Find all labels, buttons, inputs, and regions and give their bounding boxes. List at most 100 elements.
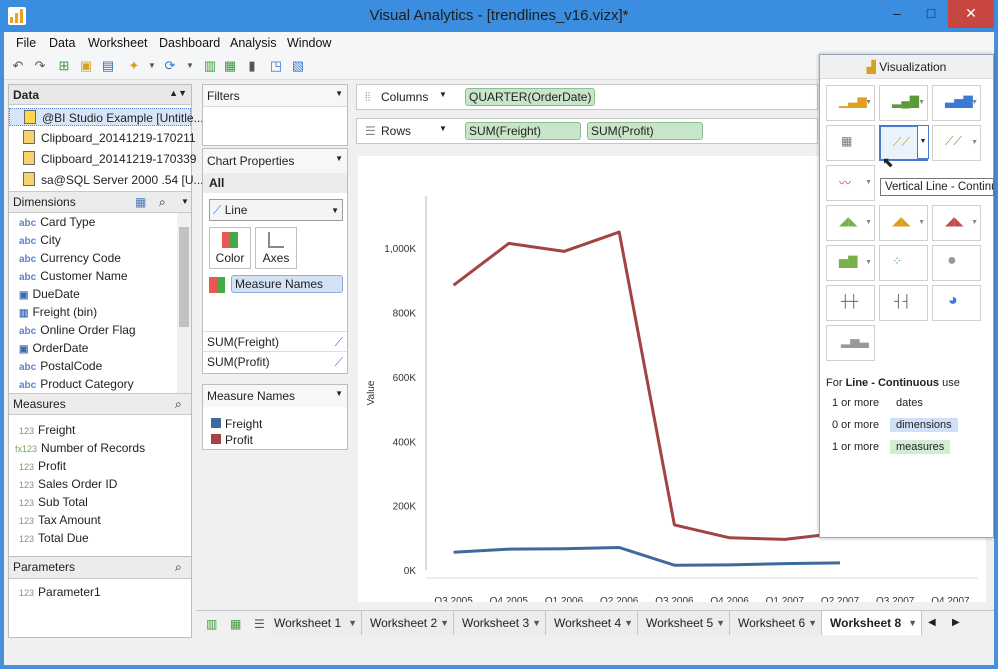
- list-item[interactable]: abc Currency Code: [19, 249, 121, 267]
- list-item[interactable]: 123 Sales Order ID: [19, 475, 117, 493]
- search-icon[interactable]: ⌕: [159, 192, 166, 212]
- list-item[interactable]: 123 Sub Total: [19, 493, 88, 511]
- vis-bar-side-by-side[interactable]: ▃▅▇ ▼: [932, 85, 981, 121]
- tab-worksheet-4[interactable]: Worksheet 4 ▼: [546, 611, 638, 635]
- field-sum-freight[interactable]: SUM(Freight) ⟋: [203, 331, 347, 351]
- list-item[interactable]: 123 Tax Amount: [19, 511, 101, 529]
- minimize-button[interactable]: –: [880, 0, 914, 28]
- list-item[interactable]: ▥ Freight (bin): [19, 303, 97, 321]
- menu-data[interactable]: Data: [49, 36, 75, 50]
- tab-worksheet-6[interactable]: Worksheet 6 ▼: [730, 611, 822, 635]
- tab-menu-icon[interactable]: ▼: [908, 611, 917, 635]
- vis-bar-vertical[interactable]: ▁▃▆ ▼: [826, 85, 875, 121]
- grid-view-icon[interactable]: ▦: [135, 192, 146, 212]
- menu-dashboard[interactable]: Dashboard: [159, 36, 220, 50]
- list-item[interactable]: ▣ DueDate: [19, 285, 80, 303]
- menu-worksheet[interactable]: Worksheet: [88, 36, 148, 50]
- data-source-item[interactable]: Clipboard_20141219-170339: [9, 150, 196, 168]
- menu-file[interactable]: File: [16, 36, 36, 50]
- new-worksheet-icon[interactable]: ▥: [206, 617, 217, 631]
- color-button[interactable]: Color: [209, 227, 251, 269]
- open-icon[interactable]: ▣: [78, 58, 94, 74]
- vis-line-discrete[interactable]: ⟋⟋ ▼: [932, 125, 981, 161]
- new-icon[interactable]: ⊞: [56, 58, 72, 74]
- legend-item[interactable]: Profit: [211, 431, 253, 449]
- rows-shelf[interactable]: ☰ Rows ▼ SUM(Freight) SUM(Profit): [356, 118, 818, 144]
- field-sum-profit[interactable]: SUM(Profit) ⟋: [203, 351, 347, 371]
- all-marks-tab[interactable]: All: [203, 173, 347, 193]
- save-icon[interactable]: ▤: [100, 58, 116, 74]
- new-worksheet-icon[interactable]: ▥: [202, 58, 218, 74]
- list-item[interactable]: abc Customer Name: [19, 267, 128, 285]
- list-item[interactable]: 123 Parameter1: [19, 583, 101, 601]
- search-icon[interactable]: ⌕: [175, 394, 182, 414]
- vis-line-dropdown[interactable]: ▼: [917, 125, 929, 159]
- measure-names-pill[interactable]: Measure Names: [231, 275, 343, 293]
- vis-pie[interactable]: ◕: [932, 285, 981, 321]
- tab-menu-icon[interactable]: ▼: [440, 611, 449, 635]
- columns-shelf[interactable]: ⦙⦙ Columns ▼ QUARTER(OrderDate): [356, 84, 818, 110]
- chart-properties-menu-icon[interactable]: ▼: [335, 154, 343, 163]
- tab-list-icon[interactable]: ☰: [254, 617, 265, 631]
- list-item[interactable]: abc Card Type: [19, 213, 95, 231]
- tab-scroll-right-icon[interactable]: ▶: [952, 617, 960, 628]
- vis-bubble[interactable]: ●: [932, 245, 981, 281]
- list-item[interactable]: 123 Profit: [19, 457, 66, 475]
- data-source-item[interactable]: Clipboard_20141219-170211: [9, 129, 196, 147]
- menu-window[interactable]: Window: [287, 36, 331, 50]
- pill-sum-freight[interactable]: SUM(Freight): [465, 122, 581, 140]
- list-item[interactable]: abc City: [19, 231, 61, 249]
- close-button[interactable]: ✕: [948, 0, 994, 28]
- new-dashboard-icon[interactable]: ▦: [230, 617, 241, 631]
- vis-bar-stacked[interactable]: ▂▄▇ ▼: [879, 85, 928, 121]
- tab-worksheet-5[interactable]: Worksheet 5 ▼: [638, 611, 730, 635]
- data-source-item[interactable]: sa@SQL Server 2000 .54 [U...: [9, 171, 203, 189]
- wand-icon[interactable]: ✦: [126, 58, 142, 74]
- tab-menu-icon[interactable]: ▼: [808, 611, 817, 635]
- vis-line-multi[interactable]: 〰 ▼: [826, 165, 875, 201]
- refresh-dropdown-icon[interactable]: ▼: [182, 58, 198, 74]
- vis-area-dual[interactable]: ◢◣ ▼: [932, 205, 981, 241]
- list-item[interactable]: fx123 Number of Records: [15, 439, 145, 457]
- menu-analysis[interactable]: Analysis: [230, 36, 277, 50]
- list-item[interactable]: abc Online Order Flag: [19, 321, 136, 339]
- tab-menu-icon[interactable]: ▼: [716, 611, 725, 635]
- tab-scroll-left-icon[interactable]: ◀: [928, 617, 936, 628]
- vis-gantt[interactable]: ┤┤: [879, 285, 928, 321]
- axes-button[interactable]: Axes: [255, 227, 297, 269]
- presentation-icon[interactable]: ▧: [290, 58, 306, 74]
- new-dashboard-icon[interactable]: ▦: [222, 58, 238, 74]
- tab-worksheet-1[interactable]: Worksheet 1 ▼: [272, 611, 362, 635]
- pill-sum-profit[interactable]: SUM(Profit): [587, 122, 703, 140]
- legend-menu-icon[interactable]: ▼: [335, 389, 343, 398]
- columns-menu-icon[interactable]: ▼: [439, 90, 447, 99]
- data-source-item[interactable]: @BI Studio Example [Untitle...: [9, 108, 204, 126]
- rows-menu-icon[interactable]: ▼: [439, 124, 447, 133]
- tab-worksheet-8[interactable]: Worksheet 8 ▼: [822, 611, 922, 635]
- list-item[interactable]: abc Product Category: [19, 375, 134, 393]
- redo-icon[interactable]: ↷: [32, 58, 48, 74]
- tab-menu-icon[interactable]: ▼: [624, 611, 633, 635]
- vis-histogram[interactable]: ▂▅▃: [826, 325, 875, 361]
- refresh-icon[interactable]: ⟳: [162, 58, 178, 74]
- list-item[interactable]: 123 Freight: [19, 421, 75, 439]
- pill-quarter-orderdate[interactable]: QUARTER(OrderDate): [465, 88, 596, 106]
- tab-worksheet-2[interactable]: Worksheet 2 ▼: [362, 611, 454, 635]
- vis-table[interactable]: ▦: [826, 125, 875, 161]
- vis-area-stacked[interactable]: ◢◣ ▼: [879, 205, 928, 241]
- tab-menu-icon[interactable]: ▼: [348, 611, 357, 635]
- story-icon[interactable]: ◳: [268, 58, 284, 74]
- maximize-button[interactable]: □: [914, 0, 948, 28]
- dimensions-menu-icon[interactable]: ▼: [181, 192, 189, 212]
- vis-box-plot[interactable]: ┼┼: [826, 285, 875, 321]
- list-item[interactable]: abc PostalCode: [19, 357, 102, 375]
- vis-area[interactable]: ◢◣ ▼: [826, 205, 875, 241]
- search-icon[interactable]: ⌕: [175, 557, 182, 577]
- list-item[interactable]: ▣ OrderDate: [19, 339, 88, 357]
- filters-menu-icon[interactable]: ▼: [335, 89, 343, 98]
- mark-type-select[interactable]: ⟋ Line ▼: [209, 199, 343, 221]
- undo-icon[interactable]: ↶: [10, 58, 26, 74]
- dimensions-scrollbar[interactable]: [177, 213, 191, 393]
- tab-worksheet-3[interactable]: Worksheet 3 ▼: [454, 611, 546, 635]
- wand-dropdown-icon[interactable]: ▼: [144, 58, 160, 74]
